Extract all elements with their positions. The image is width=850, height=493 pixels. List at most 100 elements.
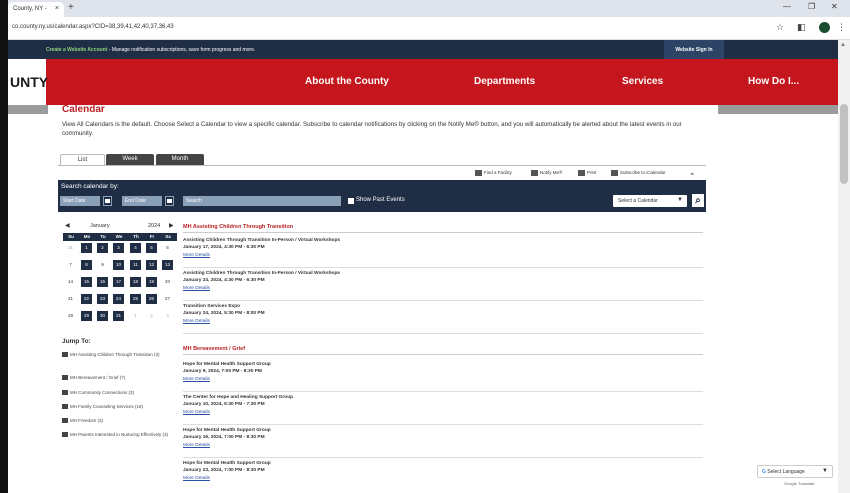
new-tab-icon[interactable]: +	[68, 2, 74, 13]
event-title[interactable]: Transition Services Expo	[183, 304, 240, 309]
calendar-day[interactable]: 1	[81, 243, 92, 253]
browser-tab[interactable]: County, NY - ×	[8, 2, 64, 17]
calendar-day[interactable]: 21	[65, 294, 76, 304]
year-select[interactable]: 2024	[148, 223, 160, 229]
print-button[interactable]: Print	[578, 170, 596, 176]
calendar-day[interactable]: 3	[162, 311, 173, 321]
calendar-day[interactable]: 25	[130, 294, 141, 304]
calendar-day[interactable]: 4	[130, 243, 141, 253]
jump-link[interactable]: MH Family Counseling Services (18)	[62, 403, 172, 410]
subscribe-icalendar-button[interactable]: Subscribe to iCalendar	[611, 170, 666, 176]
end-date-field[interactable]: End Date	[122, 196, 162, 206]
calendar-day[interactable]: 13	[162, 260, 173, 270]
calendar-day[interactable]: 10	[113, 260, 124, 270]
calendar-day[interactable]: 26	[146, 294, 157, 304]
scrollbar-thumb[interactable]	[840, 104, 848, 184]
calendar-day[interactable]: 3	[113, 243, 124, 253]
calendar-day[interactable]: 7	[65, 260, 76, 270]
calendar-day[interactable]: 18	[130, 277, 141, 287]
kebab-menu-icon[interactable]: ⋮	[837, 22, 846, 33]
nav-how-do-i[interactable]: How Do I...	[748, 76, 799, 87]
site-logo[interactable]: UNTY	[8, 59, 48, 105]
more-details-link[interactable]: More Details	[183, 443, 210, 448]
more-details-link[interactable]: More Details	[183, 410, 210, 415]
scroll-up-arrow-icon[interactable]: ▲	[840, 42, 846, 48]
calendar-day[interactable]: 5	[146, 243, 157, 253]
event-title[interactable]: Hope for Mental Health Support Group	[183, 362, 271, 367]
nav-about-the-county[interactable]: About the County	[305, 76, 389, 87]
next-month-icon[interactable]: ▶	[169, 222, 174, 229]
jump-link[interactable]: MH Bereavement / Grief (7)	[62, 374, 172, 381]
calendar-day[interactable]: 2	[146, 311, 157, 321]
calendar-day[interactable]: 31	[65, 243, 76, 253]
calendar-day[interactable]: 2	[97, 243, 108, 253]
calendar-day[interactable]: 20	[162, 277, 173, 287]
rss-icon[interactable]: ⌁	[690, 170, 694, 178]
tab-month[interactable]: Month	[156, 154, 204, 165]
more-details-link[interactable]: More Details	[183, 377, 210, 382]
event-title[interactable]: Hope for Mental Health Support Group	[183, 461, 271, 466]
calendar-day[interactable]: 15	[81, 277, 92, 287]
nav-departments[interactable]: Departments	[474, 76, 535, 87]
tab-list[interactable]: List	[60, 154, 105, 165]
nav-services[interactable]: Services	[622, 76, 663, 87]
url-field[interactable]: co.county.ny.us/calendar.aspx?CID=38,39,…	[12, 24, 174, 30]
calendar-day[interactable]: 17	[113, 277, 124, 287]
calendar-day[interactable]: 30	[97, 311, 108, 321]
powered-by-google-translate[interactable]: Google Translate	[784, 481, 814, 486]
close-tab-icon[interactable]: ×	[55, 5, 59, 12]
side-panel-icon[interactable]: ◧	[797, 22, 806, 33]
calendar-day[interactable]: 24	[113, 294, 124, 304]
minimize-icon[interactable]: —	[783, 2, 791, 11]
calendar-day[interactable]: 6	[162, 243, 173, 253]
more-details-link[interactable]: More Details	[183, 253, 210, 258]
event-title[interactable]: Assisting Children Through Transition In…	[183, 271, 340, 276]
calendar-day[interactable]: 27	[162, 294, 173, 304]
print-label: Print	[587, 170, 597, 176]
sign-in-button[interactable]: Website Sign In	[664, 40, 724, 59]
calendar-day[interactable]: 29	[81, 311, 92, 321]
category-heading[interactable]: MH Assisting Children Through Transition	[183, 224, 703, 233]
calendar-day[interactable]: 1	[130, 311, 141, 321]
calendar-day[interactable]: 12	[146, 260, 157, 270]
start-date-calendar-icon[interactable]	[103, 196, 112, 206]
search-icon[interactable]: ⌕	[691, 193, 705, 208]
category-heading[interactable]: MH Bereavement / Grief	[183, 346, 703, 355]
find-facility-button[interactable]: Find a Facility	[475, 170, 512, 176]
calendar-day[interactable]: 19	[146, 277, 157, 287]
maximize-icon[interactable]: ❐	[808, 2, 815, 11]
jump-link[interactable]: MH Assisting Children Through Transition…	[62, 351, 172, 358]
jump-link[interactable]: MH Freedom (3)	[62, 417, 172, 424]
calendar-day[interactable]: 9	[97, 260, 108, 270]
end-date-calendar-icon[interactable]	[165, 196, 174, 206]
previous-month-icon[interactable]: ◀	[65, 222, 70, 229]
bookmark-star-icon[interactable]: ☆	[776, 22, 784, 33]
select-calendar-dropdown[interactable]: Select a Calendar ▼	[613, 195, 687, 207]
calendar-day[interactable]: 16	[97, 277, 108, 287]
start-date-field[interactable]: Start Date	[60, 196, 100, 206]
calendar-day[interactable]: 8	[81, 260, 92, 270]
event-title[interactable]: Hope for Mental Health Support Group	[183, 428, 271, 433]
notify-me-button[interactable]: Notify Me®	[531, 170, 562, 176]
calendar-day[interactable]: 11	[130, 260, 141, 270]
calendar-day[interactable]: 31	[113, 311, 124, 321]
profile-avatar[interactable]	[819, 22, 830, 33]
event-title[interactable]: The Center for Hope and Healing Support …	[183, 395, 293, 400]
more-details-link[interactable]: More Details	[183, 286, 210, 291]
month-select[interactable]: January	[90, 223, 110, 229]
more-details-link[interactable]: More Details	[183, 319, 210, 324]
calendar-day[interactable]: 22	[81, 294, 92, 304]
event-title[interactable]: Assisting Children Through Transition In…	[183, 238, 340, 243]
jump-link[interactable]: MH Community Connections (3)	[62, 389, 172, 396]
more-details-link[interactable]: More Details	[183, 476, 210, 481]
jump-link[interactable]: MH Parents Interested in Nurturing Effec…	[62, 431, 172, 438]
calendar-day[interactable]: 28	[65, 311, 76, 321]
create-account-link[interactable]: Create a Website Account	[46, 47, 107, 53]
close-window-icon[interactable]: ✕	[831, 2, 838, 11]
calendar-day[interactable]: 14	[65, 277, 76, 287]
select-language-dropdown[interactable]: G Select Language ▼	[757, 465, 833, 478]
search-input[interactable]: Search	[183, 196, 341, 206]
show-past-events-checkbox[interactable]	[348, 198, 354, 204]
calendar-day[interactable]: 23	[97, 294, 108, 304]
tab-week[interactable]: Week	[106, 154, 154, 165]
